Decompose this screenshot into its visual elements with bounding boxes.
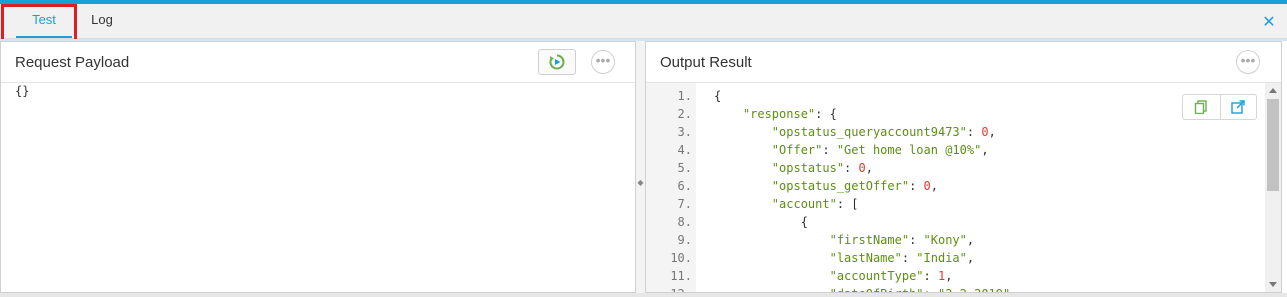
line-number: 12. bbox=[646, 285, 692, 292]
scroll-up-icon[interactable] bbox=[1269, 88, 1277, 93]
run-icon bbox=[549, 54, 565, 70]
line-number: 4. bbox=[677, 143, 692, 157]
code-line: 4. "Offer": "Get home loan @10%", bbox=[646, 141, 1246, 159]
run-button[interactable] bbox=[538, 49, 576, 75]
code-line: 6. "opstatus_getOffer": 0, bbox=[646, 177, 1246, 195]
code-text: "opstatus": 0, bbox=[771, 161, 873, 175]
payload-editor[interactable]: {} bbox=[15, 84, 29, 98]
output-actions bbox=[1182, 94, 1257, 120]
copy-button[interactable] bbox=[1183, 95, 1221, 119]
vertical-scrollbar[interactable] bbox=[1265, 83, 1281, 292]
code-line: 2. "response": { bbox=[646, 105, 1246, 123]
output-result-panel: Output Result ••• 1.{2. "response": {3. … bbox=[645, 41, 1282, 293]
tab-bar: Test Log ✕ bbox=[0, 4, 1287, 39]
line-number: 3. bbox=[677, 125, 692, 139]
line-number: 10. bbox=[670, 251, 692, 265]
external-link-icon bbox=[1231, 100, 1245, 114]
line-number: 6. bbox=[677, 179, 692, 193]
code-text: "firstName": "Kony", bbox=[829, 233, 975, 247]
code-text: "lastName": "India", bbox=[829, 251, 975, 265]
code-text: "account": [ bbox=[771, 197, 859, 211]
request-payload-title: Request Payload bbox=[15, 54, 130, 71]
code-text: { bbox=[714, 89, 722, 103]
scrollbar-thumb[interactable] bbox=[1267, 99, 1279, 191]
code-line: 11. "accountType": 1, bbox=[646, 267, 1246, 285]
line-number: 11. bbox=[670, 269, 692, 283]
line-number: 7. bbox=[677, 197, 692, 211]
request-payload-header: Request Payload ••• bbox=[1, 42, 635, 83]
code-line: 8. { bbox=[646, 213, 1246, 231]
open-external-button[interactable] bbox=[1220, 95, 1257, 119]
bottom-border bbox=[0, 293, 1287, 297]
panel-splitter[interactable]: ◆ bbox=[636, 41, 645, 293]
code-line: 9. "firstName": "Kony", bbox=[646, 231, 1246, 249]
line-number: 1. bbox=[677, 89, 692, 103]
line-number: 2. bbox=[677, 107, 692, 121]
output-code-viewer[interactable]: 1.{2. "response": {3. "opstatus_queryacc… bbox=[646, 83, 1265, 292]
code-text: "opstatus_queryaccount9473": 0, bbox=[771, 125, 996, 139]
more-options-icon[interactable]: ••• bbox=[591, 50, 615, 74]
output-result-header: Output Result ••• bbox=[646, 42, 1281, 83]
code-text: "accountType": 1, bbox=[829, 269, 953, 283]
splitter-handle-icon[interactable]: ◆ bbox=[637, 177, 644, 189]
line-number: 8. bbox=[677, 215, 692, 229]
code-line: 5. "opstatus": 0, bbox=[646, 159, 1246, 177]
close-icon[interactable]: ✕ bbox=[1262, 15, 1276, 31]
output-result-title: Output Result bbox=[660, 54, 752, 71]
code-text: "dateOfBirth": "2-2-2019" bbox=[714, 285, 1011, 292]
tab-test[interactable]: Test bbox=[16, 4, 72, 38]
code-line: 10. "lastName": "India", bbox=[646, 249, 1246, 267]
code-text: "response": { bbox=[742, 107, 837, 121]
line-number: 9. bbox=[677, 233, 692, 247]
scroll-down-icon[interactable] bbox=[1269, 282, 1277, 287]
code-text: { bbox=[714, 215, 808, 229]
line-number: 5. bbox=[677, 161, 692, 175]
tab-log[interactable]: Log bbox=[86, 4, 118, 38]
code-line: 1. { bbox=[646, 87, 1246, 105]
code-line: 7. "account": [ bbox=[646, 195, 1246, 213]
code-line: 3. "opstatus_queryaccount9473": 0, bbox=[646, 123, 1246, 141]
copy-icon bbox=[1194, 100, 1207, 114]
code-text: "opstatus_getOffer": 0, bbox=[771, 179, 938, 193]
code-text: "Offer": "Get home loan @10%", bbox=[771, 143, 989, 157]
code-line: 12. "dateOfBirth": "2-2-2019" bbox=[646, 285, 1246, 292]
request-payload-panel: Request Payload ••• {} bbox=[0, 41, 636, 293]
more-options-icon[interactable]: ••• bbox=[1236, 50, 1260, 74]
